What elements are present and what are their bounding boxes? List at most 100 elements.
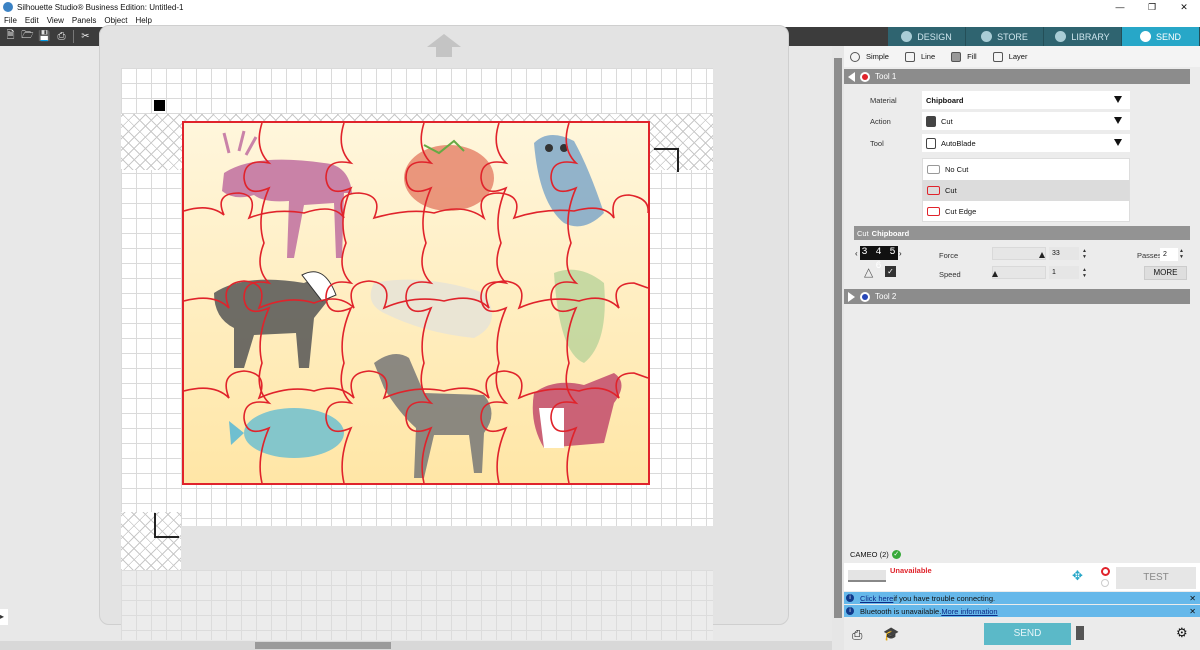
tab-design[interactable]: DESIGN xyxy=(888,27,966,46)
menu-view[interactable]: View xyxy=(43,16,68,25)
tool1-title: Tool 1 xyxy=(875,72,897,81)
speed-spinner[interactable]: ▲ ▼ xyxy=(1082,267,1087,279)
device-header: CAMEO (2) ✓ xyxy=(850,550,901,559)
mode-tab-line[interactable]: Line xyxy=(899,51,945,62)
menu-file[interactable]: File xyxy=(0,16,21,25)
tab-library[interactable]: LIBRARY xyxy=(1044,27,1122,46)
line-segment-icon: △ xyxy=(864,265,874,279)
send-mode-tabs: Simple Line Fill Layer xyxy=(844,46,1200,67)
save-icon[interactable]: 💾 xyxy=(36,29,53,44)
close-icon[interactable]: ✕ xyxy=(1189,607,1196,616)
tool-select[interactable]: AutoBlade xyxy=(922,134,1130,152)
cut-scissors-icon[interactable]: ✂ xyxy=(77,29,94,44)
sheep-figure xyxy=(532,373,622,448)
puzzle-artwork[interactable] xyxy=(182,121,650,485)
device-name: CAMEO (2) xyxy=(850,550,889,559)
tab-label: SEND xyxy=(1155,31,1181,42)
tab-label: LIBRARY xyxy=(1071,31,1110,42)
simple-radio-icon xyxy=(850,51,860,62)
menu-object[interactable]: Object xyxy=(100,16,131,25)
test-button[interactable]: TEST xyxy=(1116,567,1196,589)
force-slider[interactable] xyxy=(992,247,1046,260)
tab-send[interactable]: SEND xyxy=(1122,27,1200,46)
tool-label: Tool xyxy=(870,139,884,148)
blade-left-arrow-icon[interactable]: ‹ xyxy=(855,249,858,258)
origin-radio-icon[interactable] xyxy=(1101,579,1109,587)
speed-slider-knob[interactable] xyxy=(991,271,998,277)
horizontal-scroll-thumb[interactable] xyxy=(255,642,391,649)
passes-label: Passes xyxy=(1137,251,1162,260)
cutter-device-icon xyxy=(848,570,886,582)
layer-icon xyxy=(992,51,1003,62)
info-icon: i xyxy=(846,607,854,615)
mode-tab-fill[interactable]: Fill xyxy=(945,51,987,62)
maximize-icon[interactable]: ❐ xyxy=(1136,0,1168,14)
new-file-icon[interactable]: 🗎 xyxy=(2,29,19,44)
force-spinner[interactable]: ▲ ▼ xyxy=(1082,248,1087,260)
tool2-header[interactable]: Tool 2 xyxy=(844,289,1190,304)
cut-action-list: No Cut Cut Cut Edge xyxy=(922,158,1130,222)
gear-icon[interactable]: ⚙ xyxy=(1176,625,1188,641)
info-icon: i xyxy=(846,594,854,602)
window-title: Silhouette Studio® Business Edition: Unt… xyxy=(17,2,184,12)
click-here-link[interactable]: Click here xyxy=(860,594,893,603)
vertical-scroll-thumb[interactable] xyxy=(834,58,842,618)
store-icon xyxy=(981,31,993,42)
force-value[interactable]: 33 xyxy=(1049,247,1079,260)
close-icon[interactable]: ✕ xyxy=(1189,594,1196,603)
mode-tab-layer[interactable]: Layer xyxy=(987,51,1038,62)
speed-label: Speed xyxy=(939,270,961,279)
chevron-down-icon xyxy=(1114,117,1122,124)
graduation-cap-icon[interactable]: 🎓 xyxy=(883,626,899,642)
open-folder-icon[interactable]: 🗁 xyxy=(19,29,36,44)
more-information-link[interactable]: More information xyxy=(941,607,997,616)
material-label: Material xyxy=(870,96,897,105)
passes-spinner[interactable]: ▲ ▼ xyxy=(1179,248,1184,260)
force-label: Force xyxy=(939,251,959,260)
no-cut-icon xyxy=(927,165,940,174)
expand-arrow-icon xyxy=(848,291,855,302)
menu-help[interactable]: Help xyxy=(131,16,155,25)
donkey-figure xyxy=(374,354,492,478)
action-select[interactable]: Cut xyxy=(922,112,1130,130)
minimize-icon[interactable]: — xyxy=(1104,0,1136,14)
title-bar: Silhouette Studio® Business Edition: Unt… xyxy=(0,0,1200,14)
material-value: Chipboard xyxy=(926,95,964,105)
tab-store[interactable]: STORE xyxy=(966,27,1044,46)
action-option-label: Cut Edge xyxy=(945,207,977,216)
checkbox-icon[interactable]: ✓ xyxy=(885,266,896,277)
mode-tab-label: Layer xyxy=(1008,52,1028,61)
speed-slider[interactable] xyxy=(991,266,1046,279)
action-label: Action xyxy=(870,117,891,126)
action-value: Cut xyxy=(941,116,953,126)
panel-expand-arrow-icon[interactable]: ▸ xyxy=(0,609,8,625)
job-queue-icon[interactable] xyxy=(1076,626,1084,640)
feed-direction-arrow-icon xyxy=(427,34,461,47)
print-icon[interactable]: ⎙ xyxy=(53,29,70,44)
menu-edit[interactable]: Edit xyxy=(21,16,43,25)
origin-radio-icon[interactable] xyxy=(1101,567,1110,576)
action-option-cut-edge[interactable]: Cut Edge xyxy=(923,201,1129,222)
passes-value[interactable]: 2 xyxy=(1160,248,1178,261)
force-slider-knob[interactable] xyxy=(1038,252,1045,258)
mode-tab-simple[interactable]: Simple xyxy=(844,51,899,62)
blade-right-arrow-icon[interactable]: › xyxy=(899,249,902,258)
registration-mark-corner xyxy=(154,513,179,538)
tool2-color-icon xyxy=(860,291,870,302)
tool1-color-icon xyxy=(860,71,870,82)
move-arrows-icon[interactable]: ✥ xyxy=(1072,568,1083,584)
speed-value[interactable]: 1 xyxy=(1049,266,1079,279)
action-option-no-cut[interactable]: No Cut xyxy=(923,159,1129,180)
test-cut-icon[interactable]: ⎙ xyxy=(852,627,862,643)
tool1-header[interactable]: Tool 1 xyxy=(844,69,1190,84)
collapse-arrow-icon xyxy=(848,71,855,82)
material-select[interactable]: Chipboard xyxy=(922,91,1130,109)
send-button[interactable]: SEND xyxy=(984,623,1071,645)
close-icon[interactable]: ✕ xyxy=(1168,0,1200,14)
blade-depth-selector[interactable]: 3 4 5 6 xyxy=(860,246,898,272)
more-button[interactable]: MORE xyxy=(1144,266,1187,280)
action-option-cut[interactable]: Cut xyxy=(923,180,1129,201)
menu-panels[interactable]: Panels xyxy=(68,16,100,25)
toolbar-divider xyxy=(73,30,74,43)
horizontal-scrollbar[interactable] xyxy=(0,641,832,650)
